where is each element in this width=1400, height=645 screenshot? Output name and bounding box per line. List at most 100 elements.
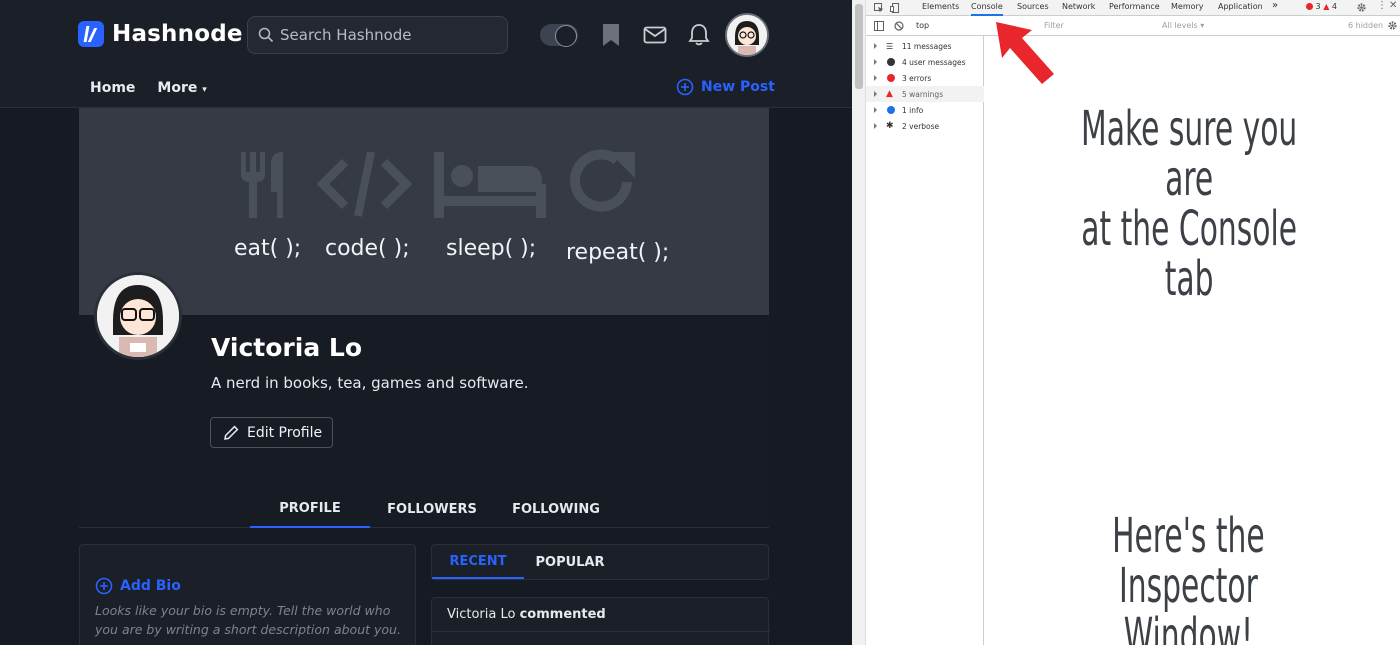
inspector-note-line1: Here's the — [1112, 508, 1265, 564]
error-icon — [1306, 3, 1313, 10]
tab-popular[interactable]: POPULAR — [524, 545, 616, 579]
banner-word-code: code( ); — [325, 236, 410, 261]
sidebar-item-label: 1 info — [902, 105, 924, 115]
expand-caret-icon — [874, 59, 877, 65]
sidebar-item-warnings[interactable]: ▲ 5 warnings — [866, 86, 984, 102]
add-bio-button[interactable]: Add Bio — [95, 577, 181, 595]
sidebar-item-user-messages[interactable]: 4 user messages — [866, 54, 984, 70]
banner-icons — [235, 148, 639, 220]
user-avatar[interactable] — [725, 13, 769, 57]
tab-profile[interactable]: PROFILE — [250, 490, 370, 528]
search-placeholder: Search Hashnode — [280, 26, 412, 44]
tab-following[interactable]: FOLLOWING — [494, 490, 618, 528]
profile-bio: A nerd in books, tea, games and software… — [211, 374, 529, 392]
inspector-note-line2: Inspector Window! — [1118, 558, 1258, 645]
bug-icon: ✱ — [886, 121, 894, 131]
console-toolbar: top Filter All levels ▾ 6 hidden — [866, 16, 1400, 36]
error-icon — [887, 74, 895, 82]
nav-home[interactable]: Home — [90, 80, 135, 96]
logo-text: Hashnode — [112, 21, 243, 47]
sidebar-toggle-icon[interactable] — [874, 21, 884, 31]
divider — [432, 631, 770, 632]
sidebar-item-errors[interactable]: 3 errors — [866, 70, 984, 86]
sidebar-item-verbose[interactable]: ✱ 2 verbose — [866, 118, 984, 134]
context-selector[interactable]: top — [916, 21, 929, 30]
close-icon[interactable]: ✕ — [1389, 0, 1397, 11]
new-post-button[interactable]: New Post — [676, 78, 775, 96]
expand-caret-icon — [874, 91, 877, 97]
theme-toggle[interactable] — [540, 24, 578, 47]
bio-box: Add Bio Looks like your bio is empty. Te… — [79, 544, 416, 645]
nav-more[interactable]: More ▾ — [157, 80, 206, 96]
warning-icon: ▲ — [1323, 2, 1330, 11]
feed-tabs: RECENT POPULAR — [431, 544, 769, 580]
log-levels-dropdown[interactable]: All levels ▾ — [1162, 21, 1204, 30]
inspect-element-icon[interactable] — [874, 3, 884, 13]
fork-knife-icon — [241, 152, 283, 218]
hidden-count: 6 hidden — [1348, 21, 1384, 30]
mail-icon[interactable] — [642, 22, 668, 48]
logo[interactable]: Hashnode — [78, 21, 243, 47]
feed-item-user: Victoria Lo — [447, 607, 516, 622]
inspector-window-note: Here's the Inspector Window! — [1052, 511, 1325, 645]
user-icon — [887, 58, 895, 66]
feed-item-text: Victoria Lo commented — [447, 607, 606, 622]
kebab-menu-icon[interactable]: ⋮ — [1377, 0, 1387, 11]
gear-icon[interactable] — [1387, 20, 1398, 31]
sidebar-item-label: 5 warnings — [902, 89, 944, 99]
add-bio-label: Add Bio — [120, 578, 181, 594]
tab-sources[interactable]: Sources — [1017, 2, 1049, 11]
expand-caret-icon — [874, 75, 877, 81]
device-toolbar-icon[interactable] — [890, 3, 900, 13]
bed-icon — [434, 152, 546, 218]
bookmark-icon[interactable] — [598, 22, 624, 48]
tab-performance[interactable]: Performance — [1109, 2, 1160, 11]
gear-icon[interactable] — [1356, 2, 1367, 13]
error-badge[interactable]: 3 ▲ 4 — [1306, 2, 1337, 11]
tab-recent[interactable]: RECENT — [432, 545, 524, 579]
clear-console-icon[interactable] — [894, 21, 904, 31]
devtools-tabbar: Elements Console Sources Network Perform… — [866, 0, 1400, 16]
top-navbar: Hashnode Search Hashnode Home More ▾ New… — [0, 0, 852, 108]
warning-count: 4 — [1331, 2, 1337, 11]
tab-memory[interactable]: Memory — [1171, 2, 1204, 11]
scrollbar[interactable] — [852, 0, 866, 645]
search-input[interactable]: Search Hashnode — [247, 16, 508, 54]
banner-word-sleep: sleep( ); — [446, 236, 537, 261]
sidebar-item-label: 2 verbose — [902, 121, 940, 131]
hashnode-logo-icon — [78, 21, 104, 47]
expand-caret-icon — [874, 123, 877, 129]
expand-caret-icon — [874, 107, 877, 113]
edit-profile-label: Edit Profile — [247, 424, 323, 441]
tab-application[interactable]: Application — [1218, 2, 1263, 11]
sidebar-item-label: 3 errors — [902, 73, 932, 83]
cover-banner: eat( ); code( ); sleep( ); repeat( ); — [79, 108, 769, 315]
bio-empty-text: Looks like your bio is empty. Tell the w… — [95, 603, 401, 637]
feed-item-action: commented — [519, 607, 606, 622]
nav-more-label: More — [157, 80, 198, 96]
sidebar-item-label: 11 messages — [902, 41, 952, 51]
tab-followers[interactable]: FOLLOWERS — [370, 490, 494, 528]
profile-avatar — [94, 272, 182, 360]
new-post-label: New Post — [701, 79, 775, 95]
tab-network[interactable]: Network — [1062, 2, 1095, 11]
sidebar-item-messages[interactable]: ☰ 11 messages — [866, 38, 984, 54]
warning-icon: ▲ — [886, 89, 893, 99]
console-note-line2: at the Console tab — [1081, 201, 1298, 307]
profile-tabs: PROFILE FOLLOWERS FOLLOWING — [250, 490, 618, 528]
console-tab-note: Make sure you are at the Console tab — [1054, 104, 1324, 304]
sidebar-item-info[interactable]: 1 info — [866, 102, 984, 118]
redo-icon — [570, 149, 635, 212]
console-sidebar: ☰ 11 messages 4 user messages 3 errors ▲… — [866, 36, 984, 645]
tab-elements[interactable]: Elements — [922, 2, 959, 11]
bell-icon[interactable] — [686, 22, 712, 48]
expand-caret-icon — [874, 43, 877, 49]
feed-item[interactable]: Victoria Lo commented — [431, 597, 770, 645]
main-nav: Home More ▾ — [90, 80, 207, 96]
more-tabs-button[interactable]: » — [1272, 0, 1278, 11]
banner-word-eat: eat( ); — [234, 236, 302, 261]
plus-circle-icon — [676, 78, 694, 96]
edit-profile-button[interactable]: Edit Profile — [210, 417, 333, 448]
tab-console[interactable]: Console — [971, 2, 1003, 16]
chevron-down-icon: ▾ — [202, 85, 207, 95]
